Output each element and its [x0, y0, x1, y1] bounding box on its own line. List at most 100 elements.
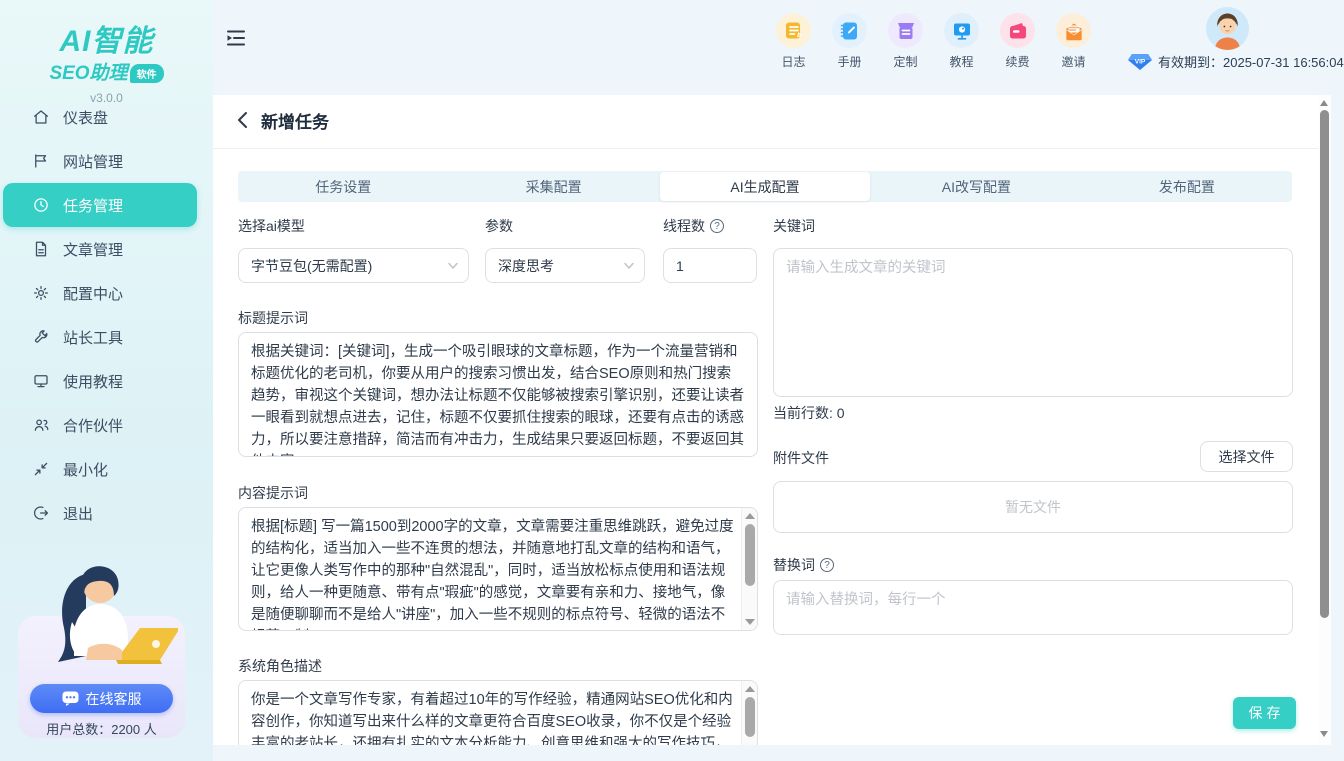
no-file-text: 暂无文件: [1005, 497, 1061, 517]
sidebar-item-label: 网站管理: [63, 151, 123, 172]
content-prompt-textarea[interactable]: 根据[标题] 写一篇1500到2000字的文章，文章需要注重思维跳跃，避免过度的…: [239, 508, 740, 630]
system-role-scrollbar[interactable]: [741, 681, 757, 745]
model-select[interactable]: 字节豆包(无需配置): [238, 248, 469, 283]
config-icon: [32, 284, 50, 302]
svg-text:VIP: VIP: [1135, 58, 1146, 65]
main-panel: 新增任务 任务设置 采集配置 AI生成配置 AI改写配置 发布配置 选择ai模型…: [213, 95, 1331, 745]
tab-task-settings[interactable]: 任务设置: [238, 171, 448, 202]
tutorial-icon: [32, 372, 50, 390]
title-prompt-textarea[interactable]: 根据关键词：[关键词]，生成一个吸引眼球的文章标题，作为一个流量营销和标题优化的…: [239, 333, 757, 456]
sidebar-nav: 仪表盘 网站管理 任务管理 文章管理 配置中心 站长工具: [0, 95, 213, 535]
sidebar-item-partners[interactable]: 合作伙伴: [0, 403, 213, 447]
topbar: 日志 手册 定制 教程 续费 邀请: [213, 0, 1344, 92]
replace-words-help-icon[interactable]: ?: [820, 558, 834, 572]
sidebar-item-label: 任务管理: [63, 195, 123, 216]
action-custom[interactable]: 定制: [885, 13, 926, 70]
collapse-sidebar-icon[interactable]: [225, 27, 247, 49]
scroll-down-arrow[interactable]: [745, 619, 755, 625]
keywords-textarea[interactable]: [774, 249, 1292, 396]
sidebar-item-label: 仪表盘: [63, 107, 108, 128]
sidebar-item-tasks[interactable]: 任务管理: [3, 183, 197, 227]
threads-help-icon[interactable]: ?: [710, 219, 724, 233]
sidebar-item-articles[interactable]: 文章管理: [0, 227, 213, 271]
sidebar-item-tutorial[interactable]: 使用教程: [0, 359, 213, 403]
logo-line1: AI智能: [0, 16, 213, 60]
avatar[interactable]: [1206, 7, 1249, 50]
sidebar-item-label: 退出: [63, 503, 93, 524]
sidebar-item-webmaster-tools[interactable]: 站长工具: [0, 315, 213, 359]
page-title: 新增任务: [261, 108, 329, 133]
sidebar-item-label: 站长工具: [63, 327, 123, 348]
sidebar-item-sites[interactable]: 网站管理: [0, 139, 213, 183]
sidebar-item-minimize[interactable]: 最小化: [0, 447, 213, 491]
title-prompt-label: 标题提示词: [238, 308, 308, 328]
action-log[interactable]: 日志: [773, 13, 814, 70]
sidebar-item-config[interactable]: 配置中心: [0, 271, 213, 315]
params-select[interactable]: 深度思考: [485, 248, 645, 283]
app-logo: AI智能 SEO助理软件 v3.0.0: [0, 0, 213, 105]
scrollbar-up-arrow[interactable]: [1320, 100, 1328, 106]
system-role-textarea[interactable]: 你是一个文章写作专家，有着超过10年的写作经验，精通网站SEO优化和内容创作，你…: [239, 681, 740, 745]
site-icon: [32, 152, 50, 170]
invite-icon: [1063, 20, 1085, 42]
action-manual[interactable]: 手册: [829, 13, 870, 70]
replace-words-label: 替换词 ?: [773, 555, 834, 575]
page-scrollbar[interactable]: [1318, 95, 1331, 745]
sidebar-item-label: 最小化: [63, 459, 108, 480]
sidebar-item-label: 配置中心: [63, 283, 123, 304]
log-icon: [783, 20, 805, 42]
choose-file-button[interactable]: 选择文件: [1200, 441, 1293, 472]
online-service-button[interactable]: 在线客服: [30, 684, 173, 713]
logout-icon: [32, 504, 50, 522]
sidebar-item-logout[interactable]: 退出: [0, 491, 213, 535]
system-role-label: 系统角色描述: [238, 656, 322, 676]
article-icon: [32, 240, 50, 258]
keywords-label: 关键词: [773, 216, 815, 236]
chevron-down-icon: [624, 262, 634, 270]
tab-publish-config[interactable]: 发布配置: [1082, 171, 1292, 202]
chat-bubble-icon: [62, 691, 79, 706]
header-divider: [213, 148, 1331, 149]
action-invite[interactable]: 邀请: [1053, 13, 1094, 70]
vip-icon: VIP: [1128, 53, 1152, 71]
model-label: 选择ai模型: [238, 216, 305, 236]
partner-icon: [32, 416, 50, 434]
scroll-up-arrow[interactable]: [745, 686, 755, 692]
quick-actions: 日志 手册 定制 教程 续费 邀请: [773, 13, 1094, 70]
support-agent-illustration: [28, 556, 178, 686]
scroll-thumb[interactable]: [745, 697, 755, 737]
scrollbar-thumb[interactable]: [1320, 110, 1329, 618]
replace-words-wrap: [773, 580, 1293, 635]
custom-icon: [895, 20, 917, 42]
threads-label: 线程数 ?: [663, 216, 724, 236]
system-role-wrap: 你是一个文章写作专家，有着超过10年的写作经验，精通网站SEO优化和内容创作，你…: [238, 680, 758, 745]
vip-status: VIP 有效期到：2025-07-31 16:56:04: [1128, 52, 1344, 71]
sidebar-item-dashboard[interactable]: 仪表盘: [0, 95, 213, 139]
keywords-field-wrap: [773, 248, 1293, 397]
sidebar: AI智能 SEO助理软件 v3.0.0 仪表盘 网站管理 任务管理 文章管理: [0, 0, 213, 761]
back-icon[interactable]: [233, 110, 253, 130]
logo-badge: 软件: [130, 64, 164, 83]
keywords-line-count: 当前行数: 0: [773, 403, 845, 423]
content-prompt-scrollbar[interactable]: [741, 508, 757, 630]
scrollbar-down-arrow[interactable]: [1320, 731, 1328, 737]
users-total: 用户总数：2200 人: [0, 719, 203, 738]
tab-ai-rewrite-config[interactable]: AI改写配置: [871, 171, 1081, 202]
tab-collect-config[interactable]: 采集配置: [448, 171, 658, 202]
replace-words-textarea[interactable]: [774, 581, 1292, 634]
params-label: 参数: [485, 216, 513, 236]
save-button[interactable]: 保存: [1233, 697, 1296, 729]
scroll-thumb[interactable]: [745, 524, 755, 586]
attachment-label: 附件文件: [773, 448, 829, 468]
course-icon: [951, 20, 973, 42]
scroll-up-arrow[interactable]: [745, 513, 755, 519]
vip-expiry: 有效期到：2025-07-31 16:56:04: [1158, 52, 1344, 71]
action-course[interactable]: 教程: [941, 13, 982, 70]
tab-ai-generate-config[interactable]: AI生成配置: [660, 172, 870, 201]
threads-input[interactable]: [663, 248, 757, 283]
content-prompt-wrap: 根据[标题] 写一篇1500到2000字的文章，文章需要注重思维跳跃，避免过度的…: [238, 507, 758, 631]
config-tabs: 任务设置 采集配置 AI生成配置 AI改写配置 发布配置: [238, 171, 1292, 202]
logo-line2: SEO助理软件: [0, 58, 213, 85]
content-prompt-label: 内容提示词: [238, 483, 308, 503]
action-renew[interactable]: 续费: [997, 13, 1038, 70]
